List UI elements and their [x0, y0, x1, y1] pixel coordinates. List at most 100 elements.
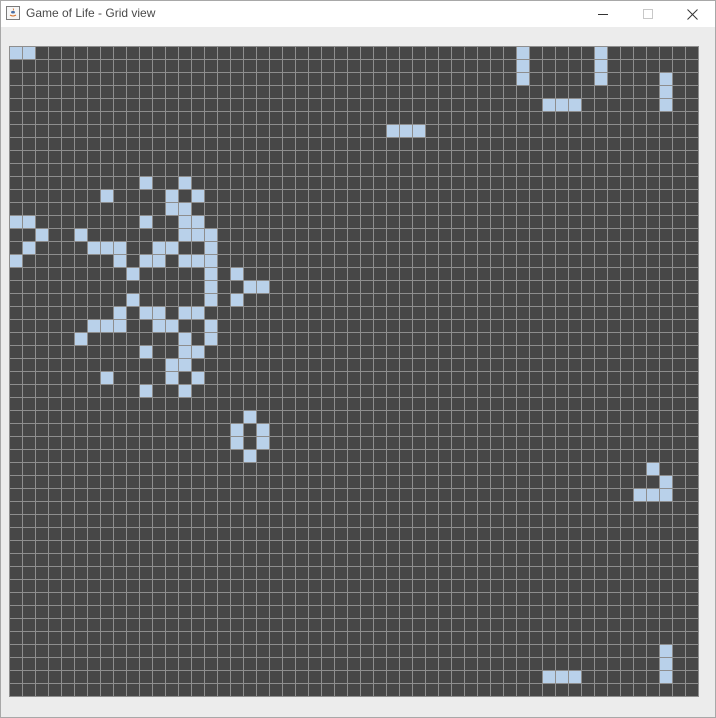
cell-dead[interactable] [569, 398, 581, 410]
cell-dead[interactable] [413, 489, 425, 501]
cell-dead[interactable] [244, 99, 256, 111]
cell-dead[interactable] [608, 424, 620, 436]
cell-dead[interactable] [75, 216, 87, 228]
cell-dead[interactable] [23, 463, 35, 475]
cell-dead[interactable] [179, 528, 191, 540]
cell-dead[interactable] [530, 255, 542, 267]
cell-dead[interactable] [10, 502, 22, 514]
cell-dead[interactable] [660, 450, 672, 462]
cell-dead[interactable] [491, 307, 503, 319]
cell-dead[interactable] [517, 671, 529, 683]
cell-dead[interactable] [335, 190, 347, 202]
cell-dead[interactable] [595, 190, 607, 202]
cell-dead[interactable] [36, 502, 48, 514]
cell-dead[interactable] [88, 372, 100, 384]
cell-dead[interactable] [374, 385, 386, 397]
cell-dead[interactable] [569, 320, 581, 332]
cell-dead[interactable] [348, 593, 360, 605]
cell-dead[interactable] [322, 333, 334, 345]
cell-dead[interactable] [192, 541, 204, 553]
cell-dead[interactable] [452, 372, 464, 384]
cell-dead[interactable] [647, 203, 659, 215]
cell-dead[interactable] [569, 567, 581, 579]
cell-dead[interactable] [75, 203, 87, 215]
cell-dead[interactable] [218, 372, 230, 384]
cell-dead[interactable] [322, 385, 334, 397]
cell-dead[interactable] [504, 294, 516, 306]
cell-dead[interactable] [296, 398, 308, 410]
cell-dead[interactable] [283, 580, 295, 592]
cell-dead[interactable] [465, 541, 477, 553]
cell-dead[interactable] [478, 437, 490, 449]
cell-dead[interactable] [660, 502, 672, 514]
cell-dead[interactable] [491, 255, 503, 267]
cell-dead[interactable] [465, 164, 477, 176]
cell-dead[interactable] [192, 671, 204, 683]
cell-dead[interactable] [10, 658, 22, 670]
cell-dead[interactable] [439, 437, 451, 449]
cell-dead[interactable] [335, 398, 347, 410]
cell-dead[interactable] [634, 138, 646, 150]
cell-dead[interactable] [426, 541, 438, 553]
cell-dead[interactable] [374, 346, 386, 358]
cell-dead[interactable] [244, 606, 256, 618]
cell-dead[interactable] [595, 645, 607, 657]
cell-dead[interactable] [205, 424, 217, 436]
cell-dead[interactable] [101, 528, 113, 540]
cell-dead[interactable] [257, 645, 269, 657]
cell-dead[interactable] [114, 580, 126, 592]
cell-dead[interactable] [608, 99, 620, 111]
cell-dead[interactable] [543, 255, 555, 267]
cell-dead[interactable] [400, 684, 412, 696]
cell-dead[interactable] [361, 580, 373, 592]
cell-dead[interactable] [62, 593, 74, 605]
cell-dead[interactable] [244, 138, 256, 150]
cell-dead[interactable] [608, 398, 620, 410]
cell-dead[interactable] [296, 554, 308, 566]
cell-dead[interactable] [504, 190, 516, 202]
cell-dead[interactable] [608, 554, 620, 566]
cell-dead[interactable] [608, 73, 620, 85]
cell-dead[interactable] [10, 398, 22, 410]
cell-dead[interactable] [75, 411, 87, 423]
cell-dead[interactable] [673, 580, 685, 592]
life-grid[interactable] [9, 46, 699, 697]
cell-dead[interactable] [23, 502, 35, 514]
cell-dead[interactable] [49, 476, 61, 488]
cell-dead[interactable] [114, 138, 126, 150]
cell-dead[interactable] [517, 333, 529, 345]
cell-dead[interactable] [452, 658, 464, 670]
cell-dead[interactable] [673, 411, 685, 423]
cell-dead[interactable] [62, 385, 74, 397]
cell-dead[interactable] [296, 359, 308, 371]
cell-dead[interactable] [647, 47, 659, 59]
cell-dead[interactable] [634, 125, 646, 137]
cell-dead[interactable] [647, 151, 659, 163]
cell-dead[interactable] [530, 346, 542, 358]
cell-dead[interactable] [400, 385, 412, 397]
cell-dead[interactable] [283, 190, 295, 202]
cell-dead[interactable] [374, 645, 386, 657]
cell-dead[interactable] [530, 125, 542, 137]
cell-dead[interactable] [478, 359, 490, 371]
cell-dead[interactable] [62, 99, 74, 111]
cell-dead[interactable] [23, 99, 35, 111]
cell-dead[interactable] [673, 112, 685, 124]
cell-dead[interactable] [88, 476, 100, 488]
cell-dead[interactable] [439, 489, 451, 501]
cell-dead[interactable] [127, 567, 139, 579]
cell-dead[interactable] [257, 112, 269, 124]
cell-dead[interactable] [517, 684, 529, 696]
cell-dead[interactable] [101, 359, 113, 371]
cell-dead[interactable] [686, 333, 698, 345]
cell-dead[interactable] [88, 606, 100, 618]
cell-dead[interactable] [491, 47, 503, 59]
cell-dead[interactable] [283, 203, 295, 215]
cell-dead[interactable] [153, 580, 165, 592]
cell-dead[interactable] [608, 268, 620, 280]
cell-dead[interactable] [387, 268, 399, 280]
cell-dead[interactable] [465, 437, 477, 449]
cell-dead[interactable] [634, 684, 646, 696]
cell-dead[interactable] [322, 450, 334, 462]
cell-dead[interactable] [205, 632, 217, 644]
